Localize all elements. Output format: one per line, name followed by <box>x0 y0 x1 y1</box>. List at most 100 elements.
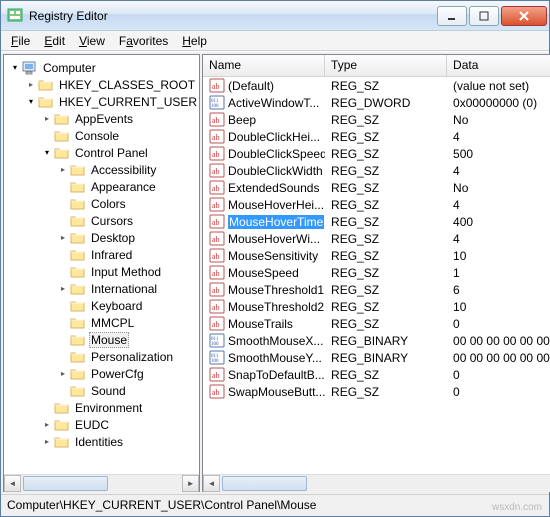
tree-node-cursors[interactable]: Cursors <box>4 212 199 229</box>
folder-icon <box>70 350 86 364</box>
registry-tree[interactable]: ▾Computer▸HKEY_CLASSES_ROOT▾HKEY_CURRENT… <box>4 55 199 474</box>
folder-icon <box>70 316 86 330</box>
value-row[interactable]: DoubleClickWidth REG_SZ 4 <box>203 162 550 179</box>
app-icon <box>7 8 23 24</box>
scroll-left-icon[interactable]: ◄ <box>203 475 220 492</box>
value-row[interactable]: MouseHoverHei... REG_SZ 4 <box>203 196 550 213</box>
tree-node-infrared[interactable]: Infrared <box>4 246 199 263</box>
expand-icon[interactable]: ▸ <box>40 437 54 446</box>
tree-node-international[interactable]: ▸International <box>4 280 199 297</box>
menubar: File Edit View Favorites Help <box>1 31 549 51</box>
string-value-icon <box>209 197 225 212</box>
maximize-button[interactable] <box>469 6 499 26</box>
tree-node-hkcr[interactable]: ▸HKEY_CLASSES_ROOT <box>4 76 199 93</box>
expand-icon[interactable]: ▸ <box>56 165 70 174</box>
scroll-thumb[interactable] <box>23 476 108 491</box>
titlebar[interactable]: Registry Editor <box>1 1 549 31</box>
expand-icon[interactable]: ▾ <box>24 97 38 106</box>
expand-icon[interactable]: ▸ <box>56 369 70 378</box>
menu-edit[interactable]: Edit <box>38 33 71 49</box>
expand-icon[interactable]: ▸ <box>56 233 70 242</box>
minimize-button[interactable] <box>437 6 467 26</box>
tree-node-accessibility[interactable]: ▸Accessibility <box>4 161 199 178</box>
tree-node-personalization[interactable]: Personalization <box>4 348 199 365</box>
expand-icon[interactable]: ▾ <box>8 63 22 72</box>
tree-node-environment[interactable]: Environment <box>4 399 199 416</box>
folder-icon <box>70 299 86 313</box>
tree-hscrollbar[interactable]: ◄ ► <box>4 474 199 491</box>
string-value-icon <box>209 316 225 331</box>
expand-icon[interactable]: ▸ <box>40 420 54 429</box>
menu-file[interactable]: File <box>5 33 36 49</box>
scroll-left-icon[interactable]: ◄ <box>4 475 21 492</box>
folder-icon <box>38 78 54 92</box>
col-name[interactable]: Name <box>203 55 325 76</box>
tree-node-computer[interactable]: ▾Computer <box>4 59 199 76</box>
tree-node-console[interactable]: Console <box>4 127 199 144</box>
value-row[interactable]: DoubleClickSpeed REG_SZ 500 <box>203 145 550 162</box>
value-row[interactable]: MouseHoverTime REG_SZ 400 <box>203 213 550 230</box>
value-row[interactable]: SwapMouseButt... REG_SZ 0 <box>203 383 550 400</box>
value-row[interactable]: SnapToDefaultB... REG_SZ 0 <box>203 366 550 383</box>
col-type[interactable]: Type <box>325 55 447 76</box>
tree-node-mouse[interactable]: Mouse <box>4 331 199 348</box>
menu-favorites[interactable]: Favorites <box>113 33 174 49</box>
tree-node-powercfg[interactable]: ▸PowerCfg <box>4 365 199 382</box>
tree-node-mmcpl[interactable]: MMCPL <box>4 314 199 331</box>
column-headers: Name Type Data <box>203 55 550 77</box>
value-row[interactable]: MouseThreshold1 REG_SZ 6 <box>203 281 550 298</box>
expand-icon[interactable]: ▸ <box>40 114 54 123</box>
tree-node-hkcu[interactable]: ▾HKEY_CURRENT_USER <box>4 93 199 110</box>
string-value-icon <box>209 282 225 297</box>
value-rows[interactable]: (Default) REG_SZ (value not set) ActiveW… <box>203 77 550 474</box>
computer-icon <box>22 61 38 75</box>
close-button[interactable] <box>501 6 547 26</box>
folder-icon <box>54 146 70 160</box>
folder-icon <box>54 129 70 143</box>
col-data[interactable]: Data <box>447 55 550 76</box>
value-row[interactable]: ActiveWindowT... REG_DWORD 0x00000000 (0… <box>203 94 550 111</box>
tree-node-colors[interactable]: Colors <box>4 195 199 212</box>
folder-icon <box>54 418 70 432</box>
folder-icon <box>70 214 86 228</box>
expand-icon[interactable]: ▸ <box>24 80 38 89</box>
tree-node-desktop[interactable]: ▸Desktop <box>4 229 199 246</box>
expand-icon[interactable]: ▾ <box>40 148 54 157</box>
value-row[interactable]: MouseHoverWi... REG_SZ 4 <box>203 230 550 247</box>
menu-view[interactable]: View <box>73 33 111 49</box>
value-row[interactable]: MouseThreshold2 REG_SZ 10 <box>203 298 550 315</box>
string-value-icon <box>209 112 225 127</box>
watermark: wsxdn.com <box>492 502 542 513</box>
menu-help[interactable]: Help <box>176 33 213 49</box>
value-row[interactable]: MouseTrails REG_SZ 0 <box>203 315 550 332</box>
string-value-icon <box>209 146 225 161</box>
tree-node-inputmethod[interactable]: Input Method <box>4 263 199 280</box>
folder-icon <box>38 95 54 109</box>
string-value-icon <box>209 180 225 195</box>
binary-value-icon <box>209 95 225 110</box>
tree-node-identities[interactable]: ▸Identities <box>4 433 199 450</box>
string-value-icon <box>209 129 225 144</box>
list-hscrollbar[interactable]: ◄ ► <box>203 474 550 491</box>
value-row[interactable]: SmoothMouseX... REG_BINARY 00 00 00 00 0… <box>203 332 550 349</box>
tree-node-appearance[interactable]: Appearance <box>4 178 199 195</box>
tree-node-controlpanel[interactable]: ▾Control Panel <box>4 144 199 161</box>
string-value-icon <box>209 214 225 229</box>
value-row[interactable]: SmoothMouseY... REG_BINARY 00 00 00 00 0… <box>203 349 550 366</box>
value-row[interactable]: ExtendedSounds REG_SZ No <box>203 179 550 196</box>
value-row[interactable]: MouseSensitivity REG_SZ 10 <box>203 247 550 264</box>
scroll-right-icon[interactable]: ► <box>182 475 199 492</box>
tree-node-appevents[interactable]: ▸AppEvents <box>4 110 199 127</box>
expand-icon[interactable]: ▸ <box>56 284 70 293</box>
value-row[interactable]: MouseSpeed REG_SZ 1 <box>203 264 550 281</box>
status-bar: Computer\HKEY_CURRENT_USER\Control Panel… <box>1 494 549 516</box>
value-row[interactable]: (Default) REG_SZ (value not set) <box>203 77 550 94</box>
scroll-thumb[interactable] <box>222 476 307 491</box>
string-value-icon <box>209 367 225 382</box>
tree-node-eudc[interactable]: ▸EUDC <box>4 416 199 433</box>
folder-icon <box>70 367 86 381</box>
value-row[interactable]: DoubleClickHei... REG_SZ 4 <box>203 128 550 145</box>
tree-node-keyboard[interactable]: Keyboard <box>4 297 199 314</box>
value-row[interactable]: Beep REG_SZ No <box>203 111 550 128</box>
tree-node-sound[interactable]: Sound <box>4 382 199 399</box>
